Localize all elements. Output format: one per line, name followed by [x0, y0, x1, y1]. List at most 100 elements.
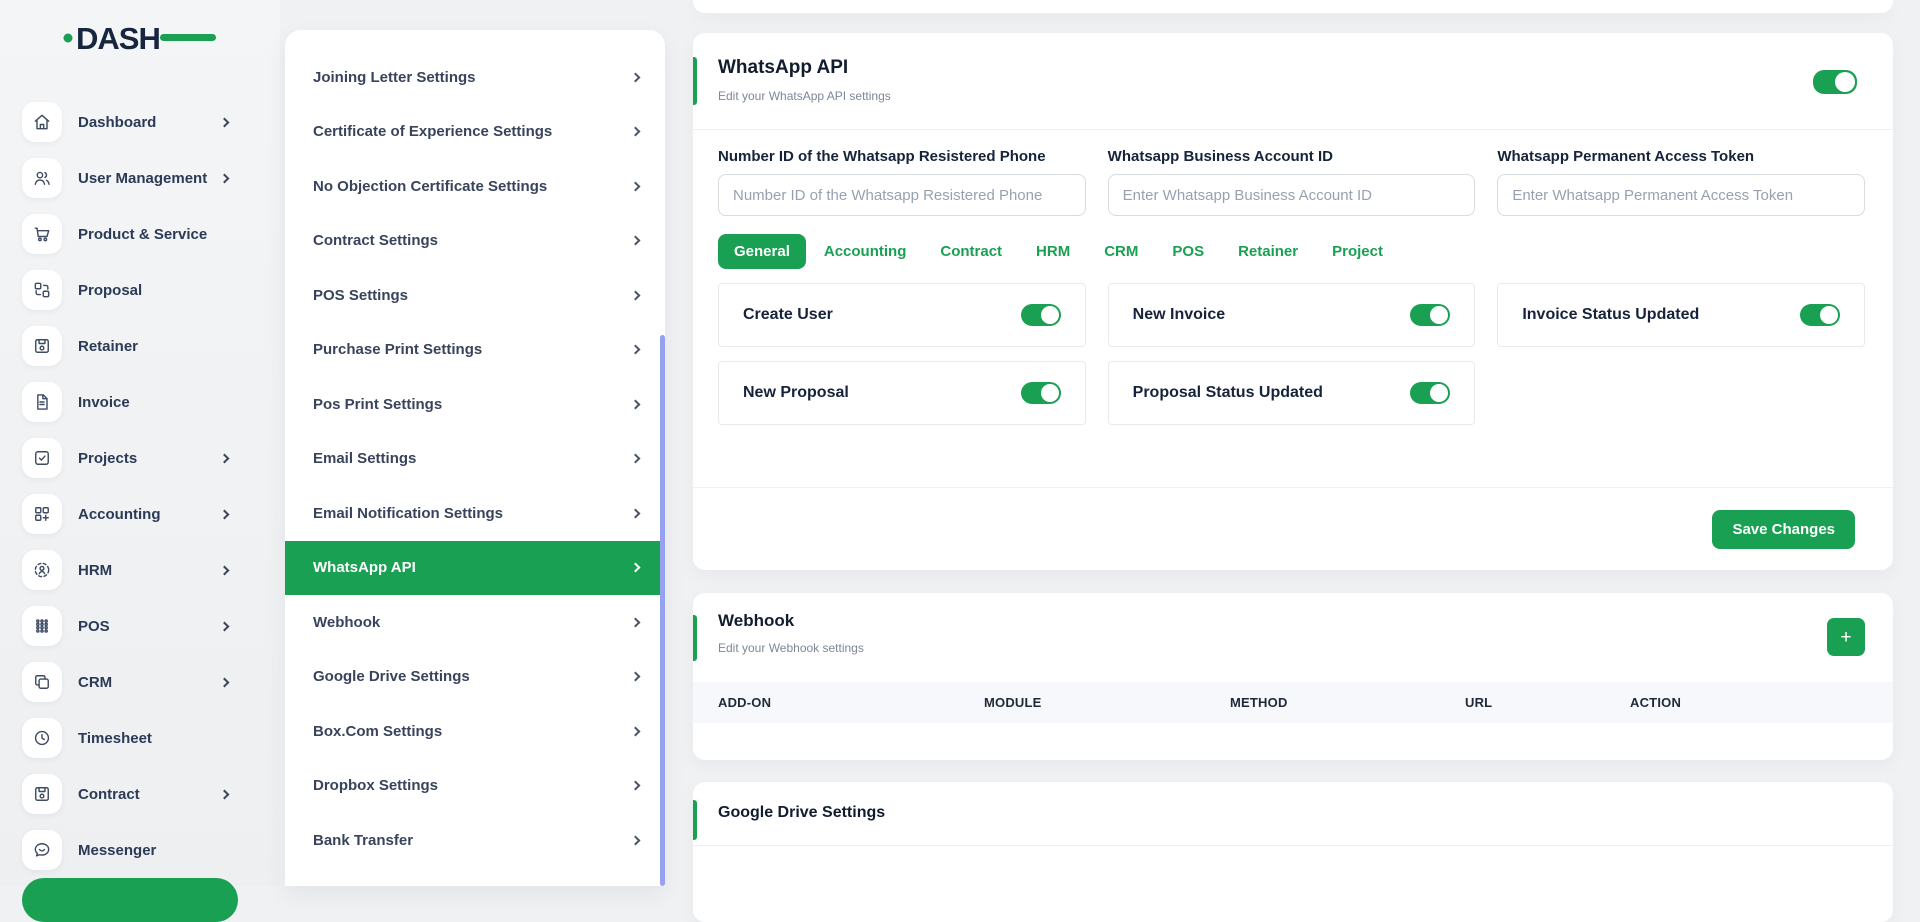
sidebar-item-contract[interactable]: Contract: [0, 766, 280, 822]
dash-logo[interactable]: DASH: [62, 16, 222, 63]
settings-item-certificate-of-experience-settings[interactable]: Certificate of Experience Settings: [285, 105, 665, 160]
whatsapp-business-account-input[interactable]: [1108, 174, 1476, 216]
sidebar-item-proposal[interactable]: Proposal: [0, 262, 280, 318]
settings-item-dropbox-settings[interactable]: Dropbox Settings: [285, 759, 665, 814]
sidebar-item-crm[interactable]: CRM: [0, 654, 280, 710]
column-action: ACTION: [1630, 695, 1893, 710]
settings-item-label: Webhook: [313, 614, 632, 631]
sidebar-item-projects[interactable]: Projects: [0, 430, 280, 486]
whatsapp-number-id-input[interactable]: [718, 174, 1086, 216]
tab-pos[interactable]: POS: [1156, 234, 1220, 269]
settings-item-label: Pos Print Settings: [313, 396, 632, 413]
new-invoice-toggle[interactable]: [1410, 304, 1450, 326]
field-business-account-id: Whatsapp Business Account ID: [1108, 148, 1476, 216]
tab-project[interactable]: Project: [1316, 234, 1399, 269]
logo-dot: [64, 34, 73, 43]
toggle-card-new-invoice: New Invoice: [1108, 283, 1476, 347]
settings-item-box-com-settings[interactable]: Box.Com Settings: [285, 704, 665, 759]
green-accent-bar: [693, 800, 697, 840]
chevron-right-icon: [631, 617, 641, 627]
chevron-right-icon: [631, 181, 641, 191]
settings-item-pos-settings[interactable]: POS Settings: [285, 268, 665, 323]
column-url: URL: [1465, 695, 1630, 710]
new-proposal-toggle[interactable]: [1021, 382, 1061, 404]
chevron-right-icon: [220, 621, 230, 631]
tab-contract[interactable]: Contract: [924, 234, 1018, 269]
settings-item-label: No Objection Certificate Settings: [313, 178, 632, 195]
settings-item-email-settings[interactable]: Email Settings: [285, 432, 665, 487]
sidebar-item-label: CRM: [78, 674, 221, 691]
settings-item-label: Bank Transfer: [313, 832, 632, 849]
settings-item-label: Box.Com Settings: [313, 723, 632, 740]
tab-general[interactable]: General: [718, 234, 806, 269]
floppy-icon: [22, 774, 62, 814]
settings-item-bank-transfer[interactable]: Bank Transfer: [285, 813, 665, 868]
whatsapp-api-subtitle: Edit your WhatsApp API settings: [718, 89, 891, 103]
sidebar-item-dashboard[interactable]: Dashboard: [0, 94, 280, 150]
sidebar-item-label: Messenger: [78, 842, 280, 859]
settings-menu-panel: Joining Letter Settings Certificate of E…: [285, 30, 665, 886]
chevron-right-icon: [220, 117, 230, 127]
add-webhook-button[interactable]: +: [1827, 618, 1865, 656]
settings-item-email-notification-settings[interactable]: Email Notification Settings: [285, 486, 665, 541]
proposal-status-updated-toggle[interactable]: [1410, 382, 1450, 404]
sidebar-item-label: HRM: [78, 562, 221, 579]
google-drive-card-header: Google Drive Settings: [693, 782, 1893, 846]
sidebar-item-label: POS: [78, 618, 221, 635]
chevron-right-icon: [631, 726, 641, 736]
sidebar-item-pos[interactable]: POS: [0, 598, 280, 654]
sidebar-item-label: User Management: [78, 170, 221, 187]
sidebar-item-messenger[interactable]: Messenger: [0, 822, 280, 878]
chevron-right-icon: [631, 236, 641, 246]
toggle-card-new-proposal: New Proposal: [718, 361, 1086, 425]
sidebar-item-hrm[interactable]: HRM: [0, 542, 280, 598]
sidebar-item-user-management[interactable]: User Management: [0, 150, 280, 206]
settings-item-no-objection-certificate-settings[interactable]: No Objection Certificate Settings: [285, 159, 665, 214]
check-square-icon: [22, 438, 62, 478]
tab-accounting[interactable]: Accounting: [808, 234, 923, 269]
settings-menu-scrollbar[interactable]: [660, 335, 665, 886]
settings-item-label: Email Notification Settings: [313, 505, 632, 522]
settings-item-pos-print-settings[interactable]: Pos Print Settings: [285, 377, 665, 432]
chevron-right-icon: [631, 127, 641, 137]
settings-item-google-drive-settings[interactable]: Google Drive Settings: [285, 650, 665, 705]
settings-item-whatsapp-api[interactable]: WhatsApp API: [285, 541, 665, 596]
settings-item-webhook[interactable]: Webhook: [285, 595, 665, 650]
settings-item-joining-letter-settings[interactable]: Joining Letter Settings: [285, 50, 665, 105]
column-add-on: ADD-ON: [693, 695, 984, 710]
settings-item-label: Contract Settings: [313, 232, 632, 249]
tab-crm[interactable]: CRM: [1088, 234, 1154, 269]
settings-item-contract-settings[interactable]: Contract Settings: [285, 214, 665, 269]
grid-plus-icon: [22, 494, 62, 534]
toggle-card-invoice-status-updated: Invoice Status Updated: [1497, 283, 1865, 347]
sidebar-item-retainer[interactable]: Retainer: [0, 318, 280, 374]
chevron-right-icon: [631, 835, 641, 845]
settings-item-purchase-print-settings[interactable]: Purchase Print Settings: [285, 323, 665, 378]
home-icon: [22, 102, 62, 142]
create-user-toggle[interactable]: [1021, 304, 1061, 326]
settings-item-label: Joining Letter Settings: [313, 69, 632, 86]
cart-icon: [22, 214, 62, 254]
sidebar-item-product-service[interactable]: Product & Service: [0, 206, 280, 262]
invoice-status-updated-toggle[interactable]: [1800, 304, 1840, 326]
sidebar-item-label: Timesheet: [78, 730, 280, 747]
column-module: MODULE: [984, 695, 1230, 710]
save-changes-button[interactable]: Save Changes: [1712, 510, 1855, 549]
whatsapp-api-toggle[interactable]: [1813, 70, 1857, 94]
previous-card-partial: [693, 0, 1893, 13]
tab-retainer[interactable]: Retainer: [1222, 234, 1314, 269]
sidebar-item-accounting[interactable]: Accounting: [0, 486, 280, 542]
sidebar-bottom-button-partial[interactable]: [22, 878, 238, 922]
chevron-right-icon: [631, 508, 641, 518]
whatsapp-card-footer: Save Changes: [693, 487, 1893, 570]
copy-icon: [22, 662, 62, 702]
webhook-card: Webhook Edit your Webhook settings + ADD…: [693, 593, 1893, 760]
sidebar-item-invoice[interactable]: Invoice: [0, 374, 280, 430]
chevron-right-icon: [631, 72, 641, 82]
tab-hrm[interactable]: HRM: [1020, 234, 1086, 269]
sidebar-nav: Dashboard User Management Product & Serv…: [0, 94, 280, 878]
toggle-label: Invoice Status Updated: [1522, 306, 1699, 324]
sidebar-item-timesheet[interactable]: Timesheet: [0, 710, 280, 766]
whatsapp-access-token-input[interactable]: [1497, 174, 1865, 216]
toggle-card-proposal-status-updated: Proposal Status Updated: [1108, 361, 1476, 425]
